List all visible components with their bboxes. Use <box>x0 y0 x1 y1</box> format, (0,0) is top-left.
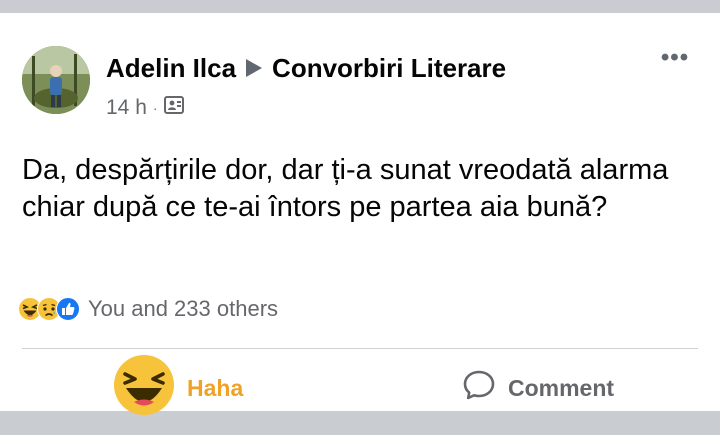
haha-reaction-button[interactable]: Haha <box>113 355 244 418</box>
haha-emoji-icon <box>113 354 175 422</box>
post-header: Adelin Ilca Convorbiri Literare <box>106 51 506 85</box>
post-meta: 14 h · <box>106 96 184 120</box>
post-time[interactable]: 14 h <box>106 96 147 120</box>
meta-separator: · <box>152 100 158 116</box>
post-card: Adelin Ilca Convorbiri Literare 14 h · •… <box>0 13 720 415</box>
avatar[interactable] <box>22 46 90 114</box>
reaction-count: You and 233 others <box>88 296 279 321</box>
more-options-button[interactable]: ••• <box>655 43 695 73</box>
haha-label: Haha <box>187 374 244 401</box>
group-audience-icon <box>163 96 184 120</box>
post-text: Da, despărțirile dor, dar ți-a sunat vre… <box>22 154 669 223</box>
play-arrow-icon <box>245 58 263 78</box>
comment-label: Comment <box>508 374 615 401</box>
author-name[interactable]: Adelin Ilca <box>106 53 236 84</box>
reaction-icons <box>18 297 80 321</box>
avatar-image <box>22 46 90 114</box>
like-icon <box>56 297 80 321</box>
divider <box>22 348 698 349</box>
comment-icon <box>462 369 496 407</box>
reaction-summary[interactable]: You and 233 others <box>18 294 278 324</box>
group-name[interactable]: Convorbiri Literare <box>272 53 506 84</box>
comment-button[interactable]: Comment <box>462 358 614 418</box>
